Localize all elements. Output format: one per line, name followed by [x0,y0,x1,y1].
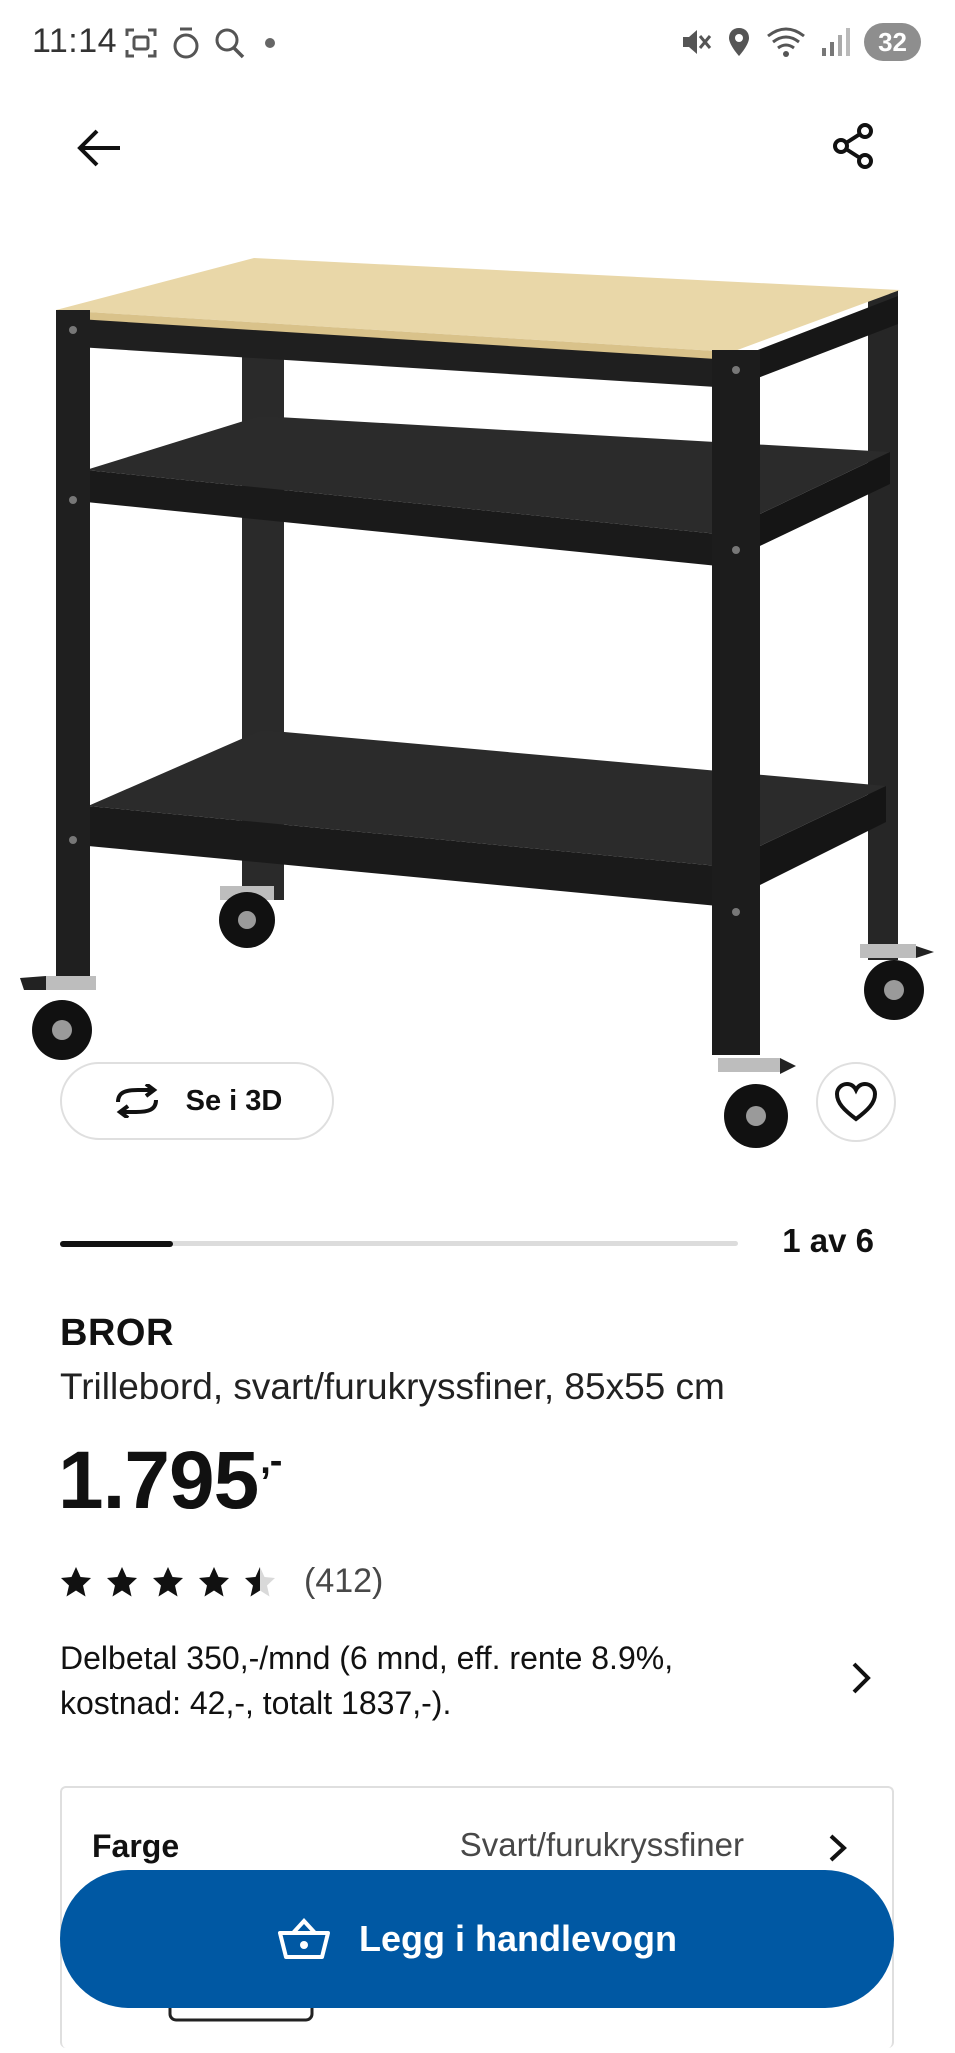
star-icon [245,1566,275,1596]
search-status-icon [215,28,245,59]
timer-icon [173,27,199,59]
share-icon [833,123,873,169]
product-brand: BROR [60,1312,174,1354]
add-to-cart-label: Legg i handlevogn [358,1918,677,1959]
star-icon [199,1566,229,1596]
price-suffix: ,- [260,1440,282,1482]
product-price: 1.795 ,- [58,1434,282,1528]
rating-stars [60,1566,276,1598]
product-image[interactable] [0,230,955,1160]
product-description: Trillebord, svart/furukryssfiner, 85x55 … [60,1366,725,1407]
star-icon [153,1566,183,1596]
status-time: 11:14 [32,22,118,60]
status-icons-right: 32 [680,22,921,62]
wheel-front-left [20,976,96,1060]
installment-info[interactable]: Delbetal 350,-/mnd (6 mnd, eff. rente 8.… [60,1636,780,1726]
location-icon [729,28,750,56]
rating-row[interactable]: (412) [60,1562,383,1601]
wheel-front-right [718,1058,796,1148]
color-option-label: Farge [92,1828,180,1864]
screenshot-icon [125,28,157,58]
add-to-cart-button[interactable]: Legg i handlevogn [60,1870,894,2008]
installment-chevron-button[interactable] [848,1660,874,1701]
notification-dot-icon [265,38,275,48]
rotate-3d-icon [115,1084,158,1118]
favorite-button[interactable] [816,1062,896,1142]
wifi-icon [767,27,805,57]
wheel-back-left [219,886,275,948]
status-bar: 11:14 32 [0,0,955,90]
star-icon [61,1566,91,1596]
review-count: (412) [304,1562,384,1600]
gallery-progress-fill [60,1240,174,1247]
share-button[interactable] [822,114,886,178]
status-icons-left [124,25,280,61]
trolley-table-illustration [20,258,934,1148]
chevron-right-icon [829,1834,847,1862]
mute-icon [683,30,712,54]
gallery-counter: 1 av 6 [782,1222,874,1259]
battery-indicator: 32 [864,23,921,61]
wheel-back-right [860,944,934,1020]
star-icon [107,1566,137,1596]
price-value: 1.795 [58,1435,259,1526]
signal-icon [822,28,851,56]
back-button[interactable] [68,116,132,180]
chevron-right-icon [852,1662,871,1694]
heart-icon [834,1082,878,1122]
color-option-chevron[interactable] [826,1832,850,1869]
gallery-progress-track [60,1240,738,1247]
color-option-value[interactable]: Svart/furukryssfiner [460,1826,744,1864]
shopping-basket-icon [277,1918,330,1959]
arrow-left-icon [77,129,120,167]
view-3d-label: Se i 3D [185,1084,283,1117]
view-3d-button[interactable]: Se i 3D [60,1062,334,1140]
